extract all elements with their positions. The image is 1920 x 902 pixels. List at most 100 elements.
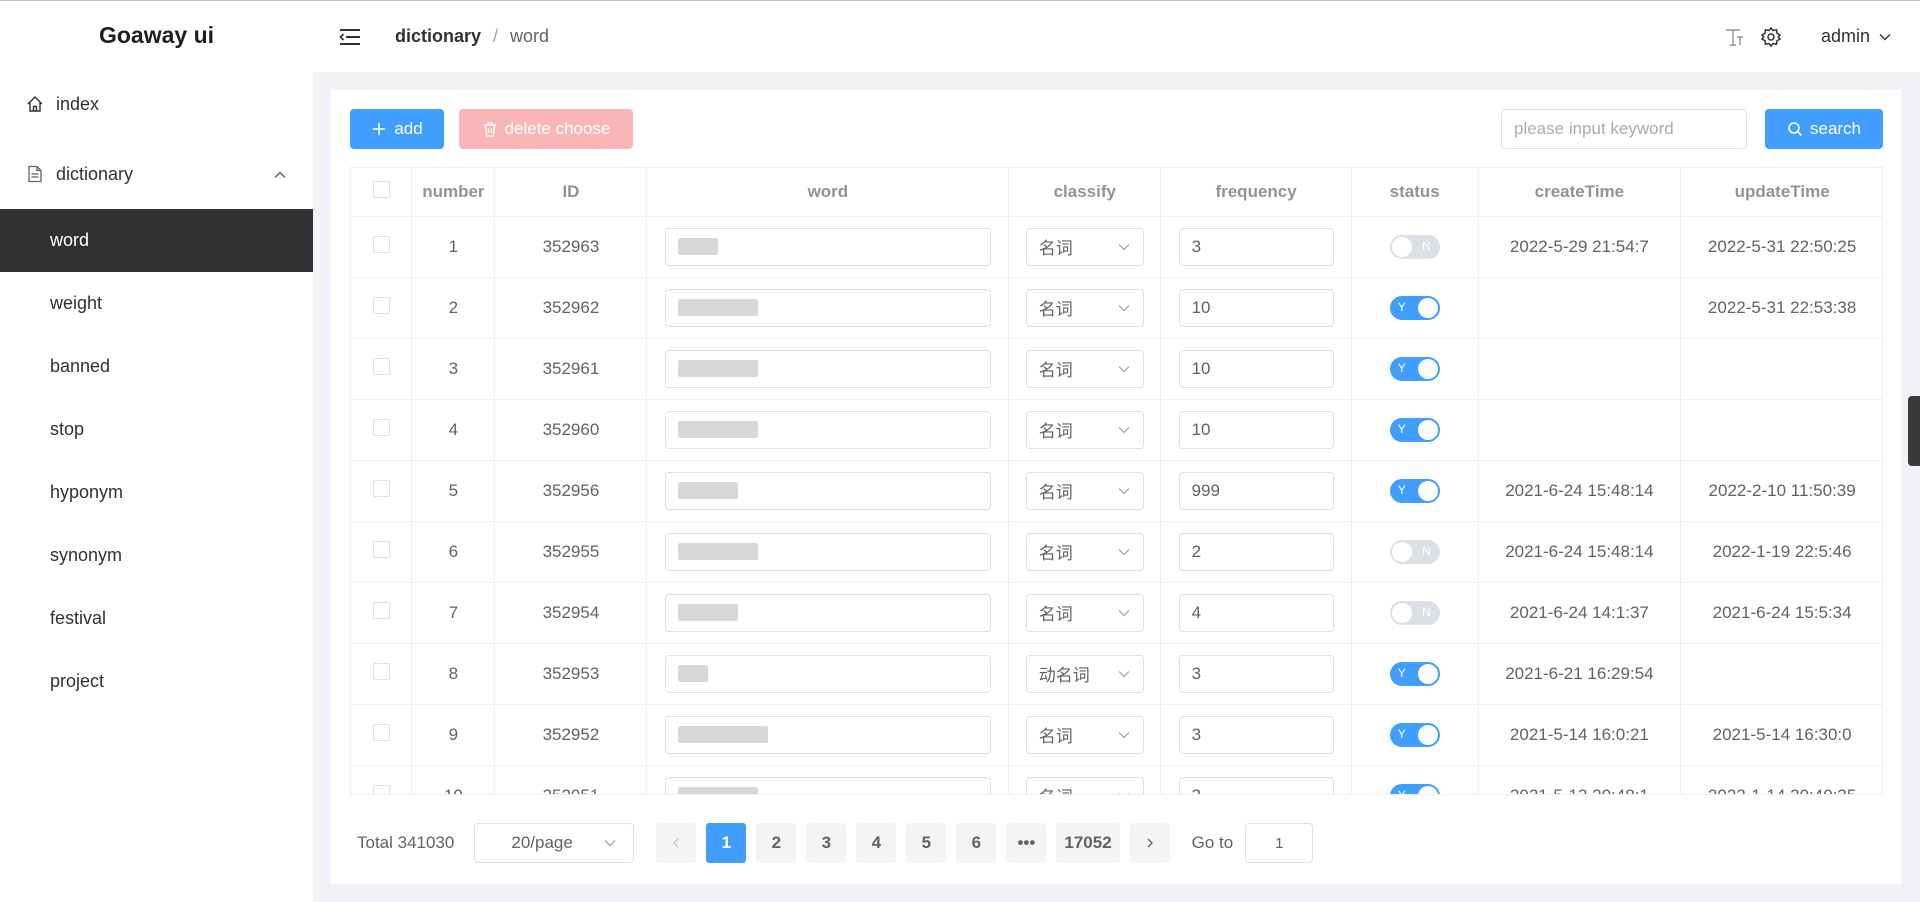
status-switch-label: Y — [1397, 299, 1406, 314]
cell-update-time: 2021-6-24 15:5:34 — [1680, 582, 1882, 644]
row-checkbox[interactable] — [372, 540, 390, 558]
classify-select[interactable]: 名词 — [1025, 410, 1144, 449]
status-switch[interactable]: N — [1389, 539, 1440, 564]
row-checkbox[interactable] — [372, 723, 390, 741]
frequency-input[interactable]: 3 — [1178, 776, 1334, 794]
frequency-input[interactable]: 3 — [1178, 654, 1334, 693]
classify-select[interactable]: 名词 — [1025, 288, 1144, 327]
cell-id: 352962 — [494, 277, 648, 339]
page-button-1[interactable]: 1 — [706, 823, 747, 863]
word-input[interactable] — [664, 288, 991, 327]
sidebar-subitem-weight[interactable]: weight — [0, 272, 313, 335]
row-checkbox[interactable] — [372, 296, 390, 314]
cell-status: Y — [1351, 338, 1479, 400]
status-switch[interactable]: Y — [1389, 661, 1440, 686]
next-page-button[interactable] — [1129, 823, 1170, 863]
classify-select[interactable]: 名词 — [1025, 349, 1144, 388]
frequency-input[interactable]: 10 — [1178, 288, 1334, 327]
classify-select[interactable]: 名词 — [1025, 593, 1144, 632]
sidebar-subitem-hyponym[interactable]: hyponym — [0, 461, 313, 524]
sidebar-subitem-word[interactable]: word — [0, 209, 313, 272]
sidebar-item-dictionary[interactable]: dictionary — [0, 139, 313, 209]
status-switch[interactable]: Y — [1389, 722, 1440, 747]
classify-select[interactable]: 名词 — [1025, 532, 1144, 571]
status-switch[interactable]: Y — [1389, 295, 1440, 320]
word-input[interactable] — [664, 349, 991, 388]
frequency-input[interactable]: 2 — [1178, 532, 1334, 571]
keyword-search-input[interactable] — [1501, 109, 1747, 149]
sidebar-subitem-banned[interactable]: banned — [0, 335, 313, 398]
row-select-cell — [351, 643, 413, 705]
add-button[interactable]: add — [350, 109, 444, 149]
status-switch[interactable]: N — [1389, 234, 1440, 259]
row-checkbox[interactable] — [372, 479, 390, 497]
classify-select[interactable]: 名词 — [1025, 471, 1144, 510]
scroll-indicator[interactable] — [1908, 396, 1920, 466]
sidebar-subitem-project[interactable]: project — [0, 650, 313, 713]
classify-select[interactable]: 名词 — [1025, 715, 1144, 754]
row-checkbox[interactable] — [372, 235, 390, 253]
cell-id: 352952 — [494, 704, 648, 766]
chevron-down-icon — [1117, 606, 1131, 620]
frequency-input[interactable]: 10 — [1178, 410, 1334, 449]
goto-page-input[interactable] — [1245, 823, 1314, 863]
sidebar-subitem-stop[interactable]: stop — [0, 398, 313, 461]
classify-select[interactable]: 名词 — [1025, 776, 1144, 794]
page-button-6[interactable]: 6 — [956, 823, 997, 863]
page-size-select[interactable]: 20/page — [474, 823, 635, 863]
frequency-input[interactable]: 4 — [1178, 593, 1334, 632]
blurred-word — [677, 299, 758, 316]
sidebar-item-index[interactable]: index — [0, 69, 313, 139]
word-input[interactable] — [664, 654, 991, 693]
row-checkbox[interactable] — [372, 784, 390, 794]
page-button-4[interactable]: 4 — [856, 823, 897, 863]
prev-page-button[interactable] — [656, 823, 697, 863]
more-pages-button[interactable]: ••• — [1006, 823, 1047, 863]
frequency-input[interactable]: 3 — [1178, 227, 1334, 266]
row-checkbox[interactable] — [372, 418, 390, 436]
row-checkbox[interactable] — [372, 357, 390, 375]
cell-number: 9 — [411, 704, 496, 766]
gear-icon[interactable] — [1760, 26, 1782, 48]
status-switch[interactable]: Y — [1389, 478, 1440, 503]
sidebar-subitem-festival[interactable]: festival — [0, 587, 313, 650]
delete-choose-button[interactable]: delete choose — [459, 109, 633, 149]
row-checkbox[interactable] — [372, 601, 390, 619]
word-input[interactable] — [664, 715, 991, 754]
row-checkbox[interactable] — [372, 662, 390, 680]
word-input[interactable] — [664, 532, 991, 571]
status-switch[interactable]: N — [1389, 600, 1440, 625]
table-row: 6 352955 名词 2 N 2021-6-24 15:48:14 2022-1-19 2… — [351, 521, 1882, 583]
status-switch-label: Y — [1397, 482, 1406, 497]
classify-select[interactable]: 动名词 — [1025, 654, 1144, 693]
font-size-icon[interactable] — [1723, 26, 1745, 48]
word-input[interactable] — [664, 410, 991, 449]
frequency-input[interactable]: 3 — [1178, 715, 1334, 754]
cell-number: 8 — [411, 643, 496, 705]
breadcrumb-item[interactable]: dictionary — [395, 26, 481, 47]
status-switch[interactable]: Y — [1389, 783, 1440, 794]
word-input[interactable] — [664, 471, 991, 510]
last-page-button[interactable]: 17052 — [1056, 823, 1120, 863]
sidebar-subitem-synonym[interactable]: synonym — [0, 524, 313, 587]
page-button-2[interactable]: 2 — [756, 823, 797, 863]
select-all-checkbox[interactable] — [372, 180, 390, 198]
word-input[interactable] — [664, 227, 991, 266]
cell-number: 7 — [411, 582, 496, 644]
menu-toggle-icon[interactable] — [338, 27, 362, 47]
status-switch[interactable]: Y — [1389, 356, 1440, 381]
page-button-5[interactable]: 5 — [906, 823, 947, 863]
row-select-cell — [351, 216, 413, 278]
search-button[interactable]: search — [1765, 109, 1883, 149]
page-button-3[interactable]: 3 — [806, 823, 847, 863]
user-menu[interactable]: admin — [1821, 26, 1892, 47]
frequency-input[interactable]: 999 — [1178, 471, 1334, 510]
word-input[interactable] — [664, 776, 991, 794]
classify-select[interactable]: 名词 — [1025, 227, 1144, 266]
cell-create-time: 2021-6-21 16:29:54 — [1478, 643, 1682, 705]
word-input[interactable] — [664, 593, 991, 632]
frequency-input[interactable]: 10 — [1178, 349, 1334, 388]
cell-update-time: 2022-5-31 22:53:38 — [1680, 277, 1882, 339]
status-switch[interactable]: Y — [1389, 417, 1440, 442]
row-select-cell — [351, 460, 413, 522]
